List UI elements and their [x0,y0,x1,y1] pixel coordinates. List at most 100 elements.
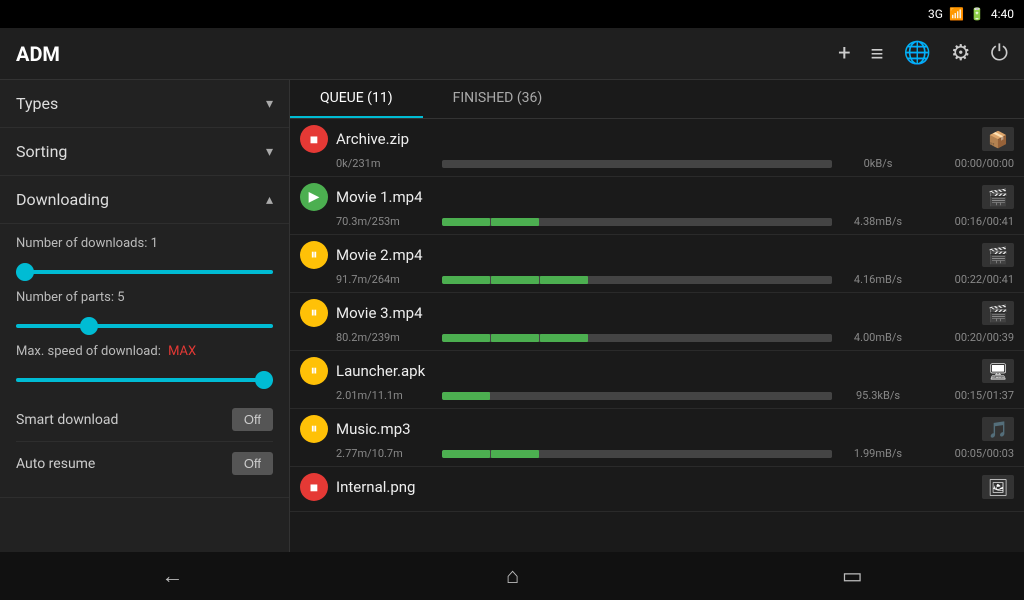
progress-segment-empty [735,450,783,458]
progress-text: 0k/231m [336,157,436,170]
progress-segments [442,218,832,226]
progress-segment-empty [638,276,686,284]
download-filename: Archive.zip [336,130,974,148]
download-item[interactable]: ■ Archive.zip 📦 0k/231m 0kB/s 00:00/00:0… [290,119,1024,177]
download-item[interactable]: ⏸ Launcher.apk 🖥 2.01m/11.1m 95.3kB/s 00… [290,351,1024,409]
time-text: 00:15/01:37 [924,389,1014,402]
globe-button[interactable]: 🌐 [903,41,930,66]
progress-segment [491,450,539,458]
tabs: QUEUE (11) FINISHED (36) [290,80,1024,119]
num-downloads-label: Number of downloads: 1 [16,236,273,251]
sidebar: Types ▾ Sorting ▾ Downloading ▴ Number o… [0,80,290,552]
download-row-progress: 2.77m/10.7m 1.99mB/s 00:05/00:03 [336,447,1014,460]
progress-text: 2.77m/10.7m [336,447,436,460]
battery-icon: 🔋 [970,7,985,21]
progress-segment-empty [589,334,637,342]
download-filename: Launcher.apk [336,362,974,380]
auto-resume-label: Auto resume [16,456,95,472]
download-row-top: ⏸ Movie 3.mp4 🎬 [300,299,1014,327]
downloading-content: Number of downloads: 1 Number of parts: … [0,224,289,498]
download-thumbnail: 🖼 [982,475,1014,499]
download-thumbnail: 🖥 [982,359,1014,383]
types-chevron-icon: ▾ [266,96,273,112]
progress-segment-empty [589,392,637,400]
max-speed-slider[interactable] [16,378,273,382]
download-status-icon: ⏸ [300,415,328,443]
time-display: 4:40 [991,7,1014,21]
status-bar: 3G 📶 🔋 4:40 [0,0,1024,28]
max-speed-label: Max. speed of download: MAX [16,344,273,359]
signal-icon: 📶 [949,7,964,21]
progress-segment-empty [589,450,637,458]
speed-text: 0kB/s [838,157,918,170]
types-section-header[interactable]: Types ▾ [0,80,289,128]
progress-segment-empty [784,450,832,458]
back-button[interactable]: ← [131,555,213,597]
download-row-top: ■ Archive.zip 📦 [300,125,1014,153]
downloads-list: ■ Archive.zip 📦 0k/231m 0kB/s 00:00/00:0… [290,119,1024,552]
progress-segment-empty [784,334,832,342]
progress-segment [442,276,490,284]
progress-segment-empty [638,392,686,400]
download-thumbnail: 🎬 [982,301,1014,325]
sorting-label: Sorting [16,142,67,161]
download-row-top: ⏸ Movie 2.mp4 🎬 [300,241,1014,269]
add-button[interactable]: + [838,41,850,66]
content-area: QUEUE (11) FINISHED (36) ■ Archive.zip 📦… [290,80,1024,552]
num-parts-slider-container [16,313,273,332]
download-status-icon: ⏸ [300,299,328,327]
speed-text: 4.16mB/s [838,273,918,286]
download-item[interactable]: ⏸ Movie 2.mp4 🎬 91.7m/264m 4.16mB/s 00:2… [290,235,1024,293]
smart-download-toggle[interactable]: Off [232,408,273,431]
progress-segment [491,334,539,342]
progress-text: 80.2m/239m [336,331,436,344]
speed-text: 1.99mB/s [838,447,918,460]
download-item[interactable]: ⏸ Music.mp3 🎵 2.77m/10.7m 1.99mB/s 00:05… [290,409,1024,467]
tab-queue[interactable]: QUEUE (11) [290,80,423,118]
download-row-top: ■ Internal.png 🖼 [300,473,1014,501]
download-item[interactable]: ▶ Movie 1.mp4 🎬 70.3m/253m 4.38mB/s 00:1… [290,177,1024,235]
progress-segment-empty [638,218,686,226]
power-button[interactable]: ⏻ [991,41,1008,66]
download-item[interactable]: ⏸ Movie 3.mp4 🎬 80.2m/239m 4.00mB/s 00:2… [290,293,1024,351]
auto-resume-toggle[interactable]: Off [232,452,273,475]
toolbar-icons: + ≡ 🌐 ⚙ ⏻ [838,41,1008,67]
progress-bar [442,218,832,226]
progress-segment-empty [735,218,783,226]
progress-segment-empty [491,392,539,400]
downloading-section-header[interactable]: Downloading ▴ [0,176,289,224]
download-row-top: ⏸ Launcher.apk 🖥 [300,357,1014,385]
num-downloads-slider[interactable] [16,270,273,274]
progress-text: 91.7m/264m [336,273,436,286]
progress-segment [540,334,588,342]
menu-button[interactable]: ≡ [871,41,884,67]
tab-finished[interactable]: FINISHED (36) [423,80,573,118]
toolbar: ADM + ≡ 🌐 ⚙ ⏻ [0,28,1024,80]
progress-segment-empty [686,392,734,400]
progress-segment [442,334,490,342]
progress-segment-empty [686,276,734,284]
max-speed-slider-container [16,367,273,386]
progress-segment [442,218,490,226]
progress-text: 2.01m/11.1m [336,389,436,402]
sorting-section-header[interactable]: Sorting ▾ [0,128,289,176]
progress-segment-empty [686,218,734,226]
app-title: ADM [16,42,838,66]
download-item[interactable]: ■ Internal.png 🖼 [290,467,1024,512]
home-button[interactable]: ⌂ [476,555,549,597]
download-status-icon: ■ [300,125,328,153]
progress-segment [491,276,539,284]
num-parts-slider[interactable] [16,324,273,328]
sorting-chevron-icon: ▾ [266,144,273,160]
download-thumbnail: 📦 [982,127,1014,151]
download-filename: Music.mp3 [336,420,974,438]
download-filename: Movie 2.mp4 [336,246,974,264]
progress-bar [442,392,832,400]
recent-button[interactable]: ▭ [812,556,893,597]
progress-segment-empty [784,392,832,400]
progress-bar [442,276,832,284]
smart-download-row: Smart download Off [16,398,273,442]
download-status-icon: ⏸ [300,357,328,385]
settings-button[interactable]: ⚙ [951,41,971,66]
auto-resume-row: Auto resume Off [16,442,273,485]
